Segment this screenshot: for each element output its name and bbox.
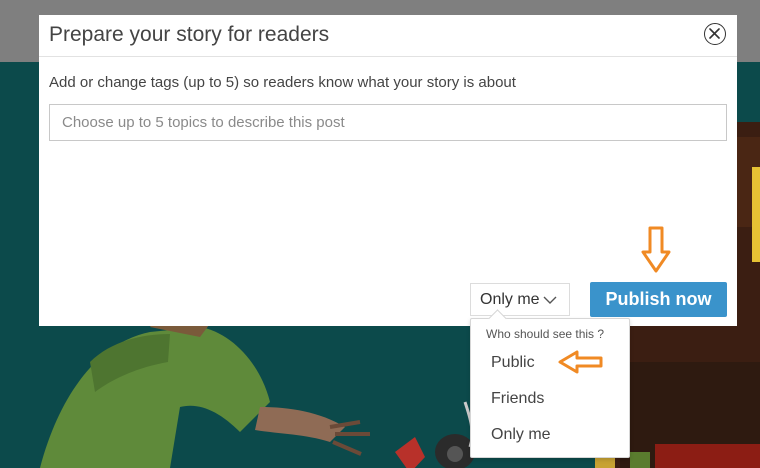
visibility-menu: Who should see this ? Public Friends Onl…: [470, 309, 630, 458]
chevron-down-icon: [543, 296, 557, 304]
option-label: Friends: [491, 390, 545, 407]
tags-input[interactable]: [49, 104, 727, 141]
visibility-option-only-me[interactable]: Only me: [471, 420, 629, 450]
tags-description: Add or change tags (up to 5) so readers …: [49, 74, 516, 91]
option-label: Only me: [491, 426, 551, 443]
dialog-title: Prepare your story for readers: [49, 23, 330, 46]
visibility-selected-value: Only me: [480, 291, 540, 308]
close-icon[interactable]: [704, 23, 726, 45]
down-arrow-annotation-icon: [641, 226, 671, 273]
visibility-option-friends[interactable]: Friends: [471, 384, 629, 414]
publish-dialog: Prepare your story for readers Add or ch…: [39, 15, 737, 326]
option-label: Public: [491, 354, 535, 371]
dialog-header: Prepare your story for readers: [39, 15, 737, 57]
visibility-option-public[interactable]: Public: [471, 348, 629, 378]
publish-now-button[interactable]: Publish now: [590, 282, 727, 317]
visibility-menu-heading: Who should see this ?: [486, 327, 605, 341]
visibility-dropdown[interactable]: Only me: [470, 283, 570, 316]
left-arrow-annotation-icon: [558, 350, 603, 374]
